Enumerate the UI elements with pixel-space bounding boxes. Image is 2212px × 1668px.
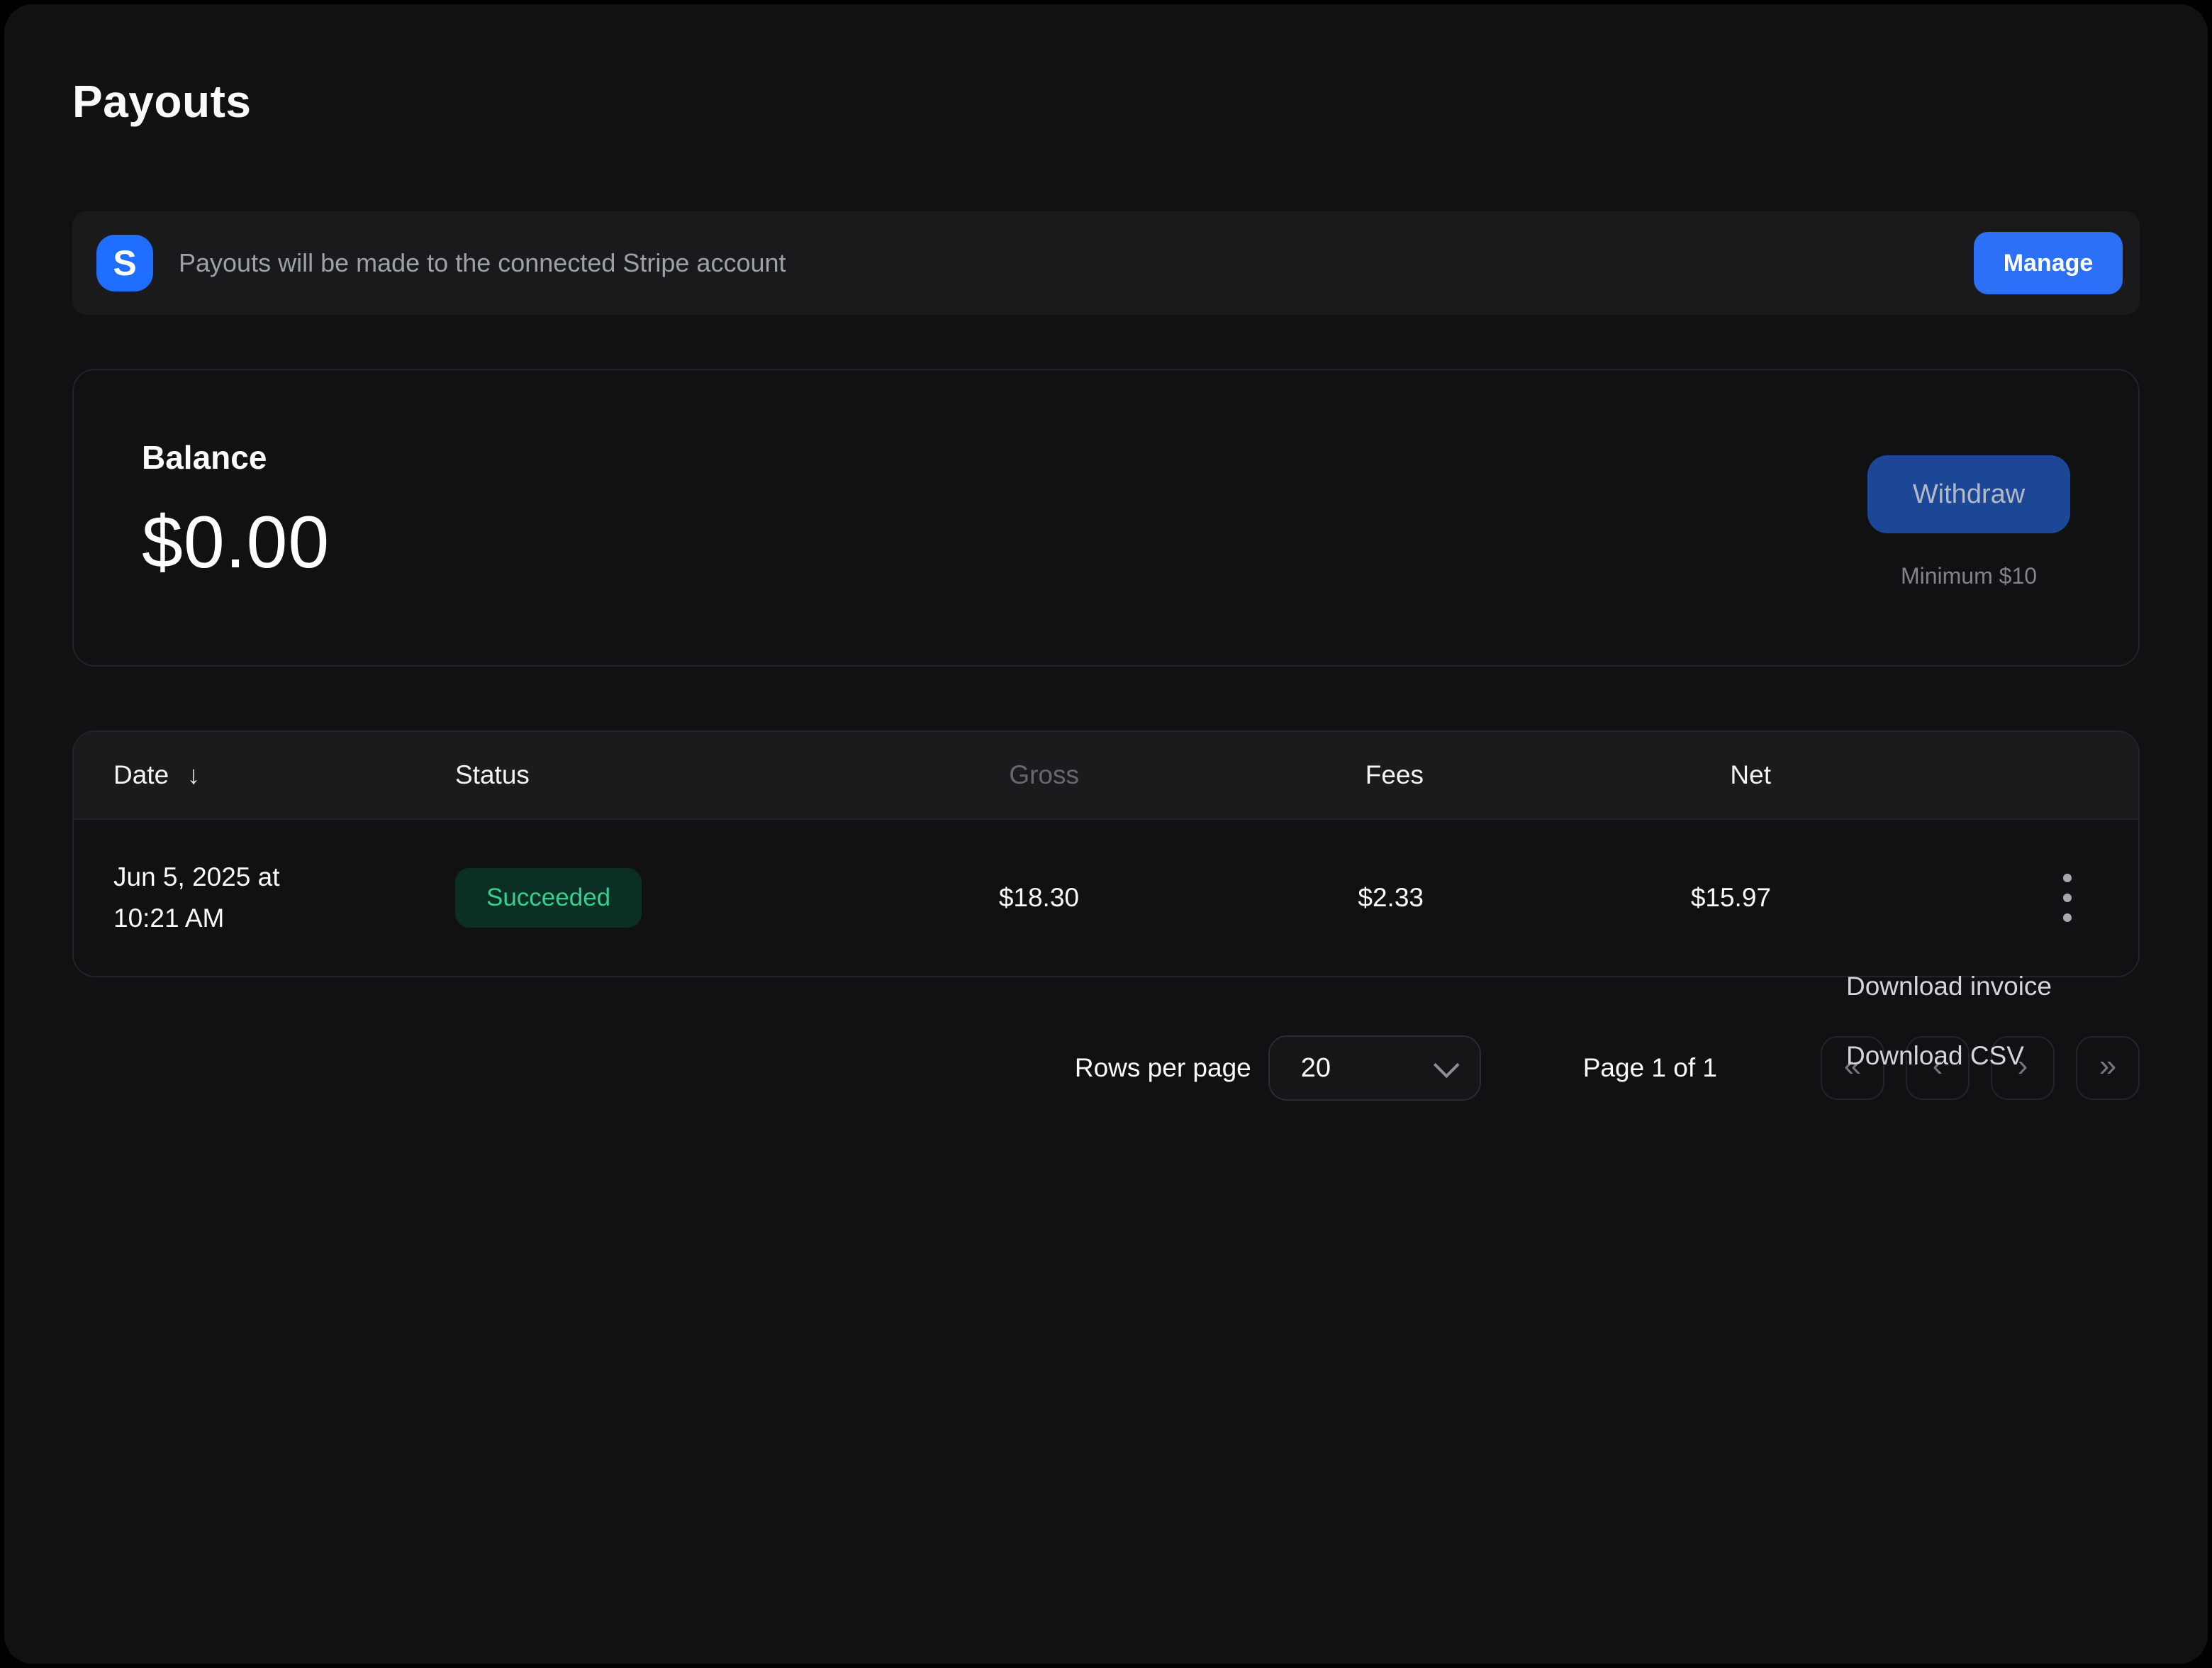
- manage-button[interactable]: Manage: [1974, 232, 2123, 294]
- payouts-content: Payouts S Payouts will be made to the co…: [4, 75, 2208, 1664]
- page-info: Page 1 of 1: [1583, 1053, 1717, 1083]
- payouts-table: Date ↓ Status Gross Fees Net Jun 5, 2025…: [72, 730, 2140, 977]
- table-row: Jun 5, 2025 at 10:21 AM Succeeded $18.30…: [74, 820, 2138, 976]
- rows-per-page-value: 20: [1301, 1053, 1331, 1084]
- column-header-gross: Gross: [795, 760, 1079, 790]
- date-header-label: Date: [113, 760, 169, 790]
- row-actions-menu: Download invoice Download CSV: [1846, 970, 2052, 1072]
- stripe-s-icon: S: [96, 235, 153, 291]
- banner-text: Payouts will be made to the connected St…: [179, 248, 1974, 278]
- table-header-row: Date ↓ Status Gross Fees Net: [74, 732, 2138, 820]
- payout-status-cell: Succeeded: [455, 868, 795, 928]
- double-chevron-right-icon: »: [2099, 1048, 2116, 1084]
- payout-net-cell: $15.97: [1424, 883, 1771, 913]
- stripe-icon-letter: S: [113, 243, 136, 284]
- rows-per-page-select[interactable]: 20: [1268, 1035, 1481, 1101]
- last-page-button[interactable]: »: [2076, 1036, 2140, 1100]
- balance-amount: $0.00: [142, 501, 330, 585]
- sort-desc-icon: ↓: [187, 760, 200, 790]
- chevron-down-icon: [1434, 1052, 1460, 1078]
- pagination-bar: Rows per page 20 Page 1 of 1 « ‹ › »: [72, 1035, 2140, 1101]
- payout-date-line2: 10:21 AM: [113, 898, 455, 939]
- column-header-fees: Fees: [1079, 760, 1424, 790]
- column-header-date[interactable]: Date ↓: [74, 760, 455, 790]
- payout-date-cell: Jun 5, 2025 at 10:21 AM: [74, 857, 455, 939]
- withdraw-minimum-note: Minimum $10: [1901, 563, 2037, 589]
- status-badge: Succeeded: [455, 868, 642, 928]
- page-title: Payouts: [72, 75, 2140, 128]
- payouts-panel: Payouts S Payouts will be made to the co…: [4, 4, 2208, 1664]
- balance-info: Balance $0.00: [142, 438, 330, 665]
- kebab-dot: [2063, 894, 2072, 902]
- payout-date-line1: Jun 5, 2025 at: [113, 857, 455, 898]
- column-header-net: Net: [1424, 760, 1771, 790]
- menu-item-download-invoice[interactable]: Download invoice: [1846, 970, 2052, 1003]
- payout-gross-cell: $18.30: [795, 883, 1079, 913]
- withdraw-area: Withdraw Minimum $10: [1867, 438, 2070, 665]
- balance-label: Balance: [142, 438, 330, 477]
- kebab-dot: [2063, 913, 2072, 922]
- stripe-connect-banner: S Payouts will be made to the connected …: [72, 211, 2140, 315]
- payout-actions-cell: [2053, 864, 2138, 932]
- balance-card: Balance $0.00 Withdraw Minimum $10: [72, 369, 2140, 667]
- row-kebab-menu-icon[interactable]: [2053, 864, 2082, 932]
- column-header-status: Status: [455, 760, 795, 790]
- rows-per-page-label: Rows per page: [1075, 1053, 1251, 1083]
- kebab-dot: [2063, 874, 2072, 882]
- withdraw-button[interactable]: Withdraw: [1867, 455, 2070, 533]
- payout-fees-cell: $2.33: [1079, 883, 1424, 913]
- menu-item-download-csv[interactable]: Download CSV: [1846, 1040, 2052, 1072]
